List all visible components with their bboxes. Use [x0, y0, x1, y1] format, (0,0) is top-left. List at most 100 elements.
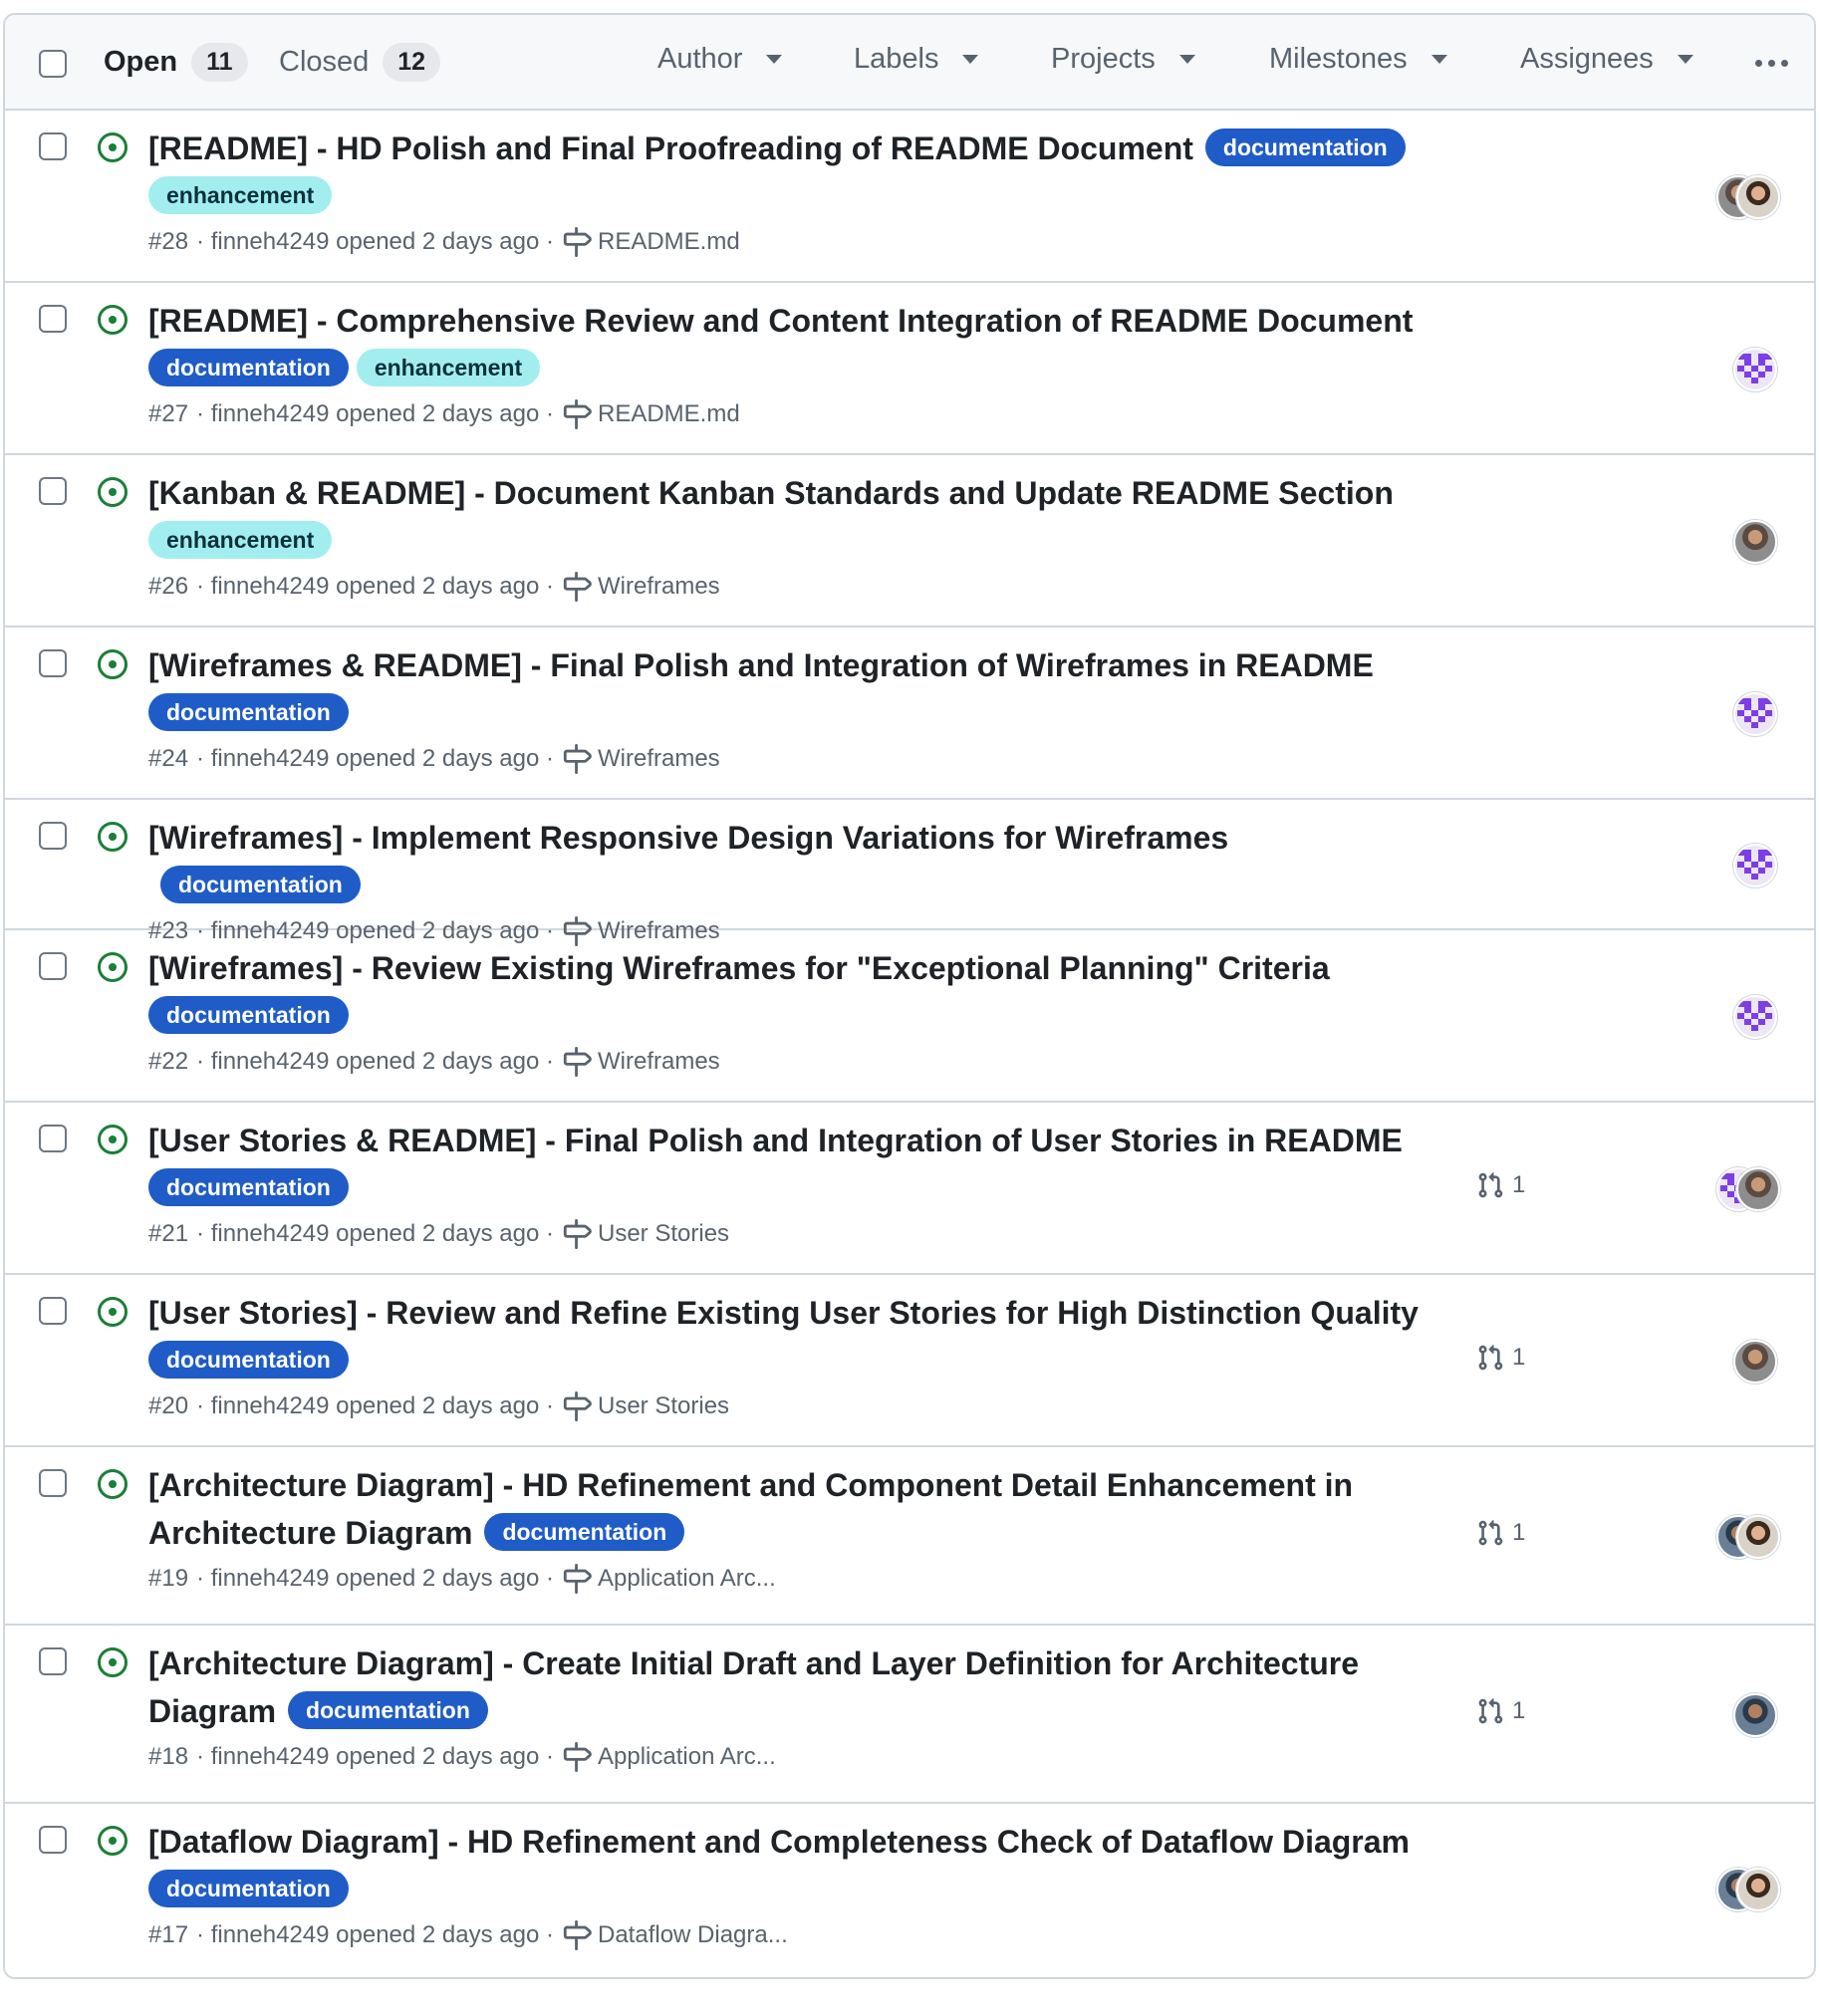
- milestone-link[interactable]: User Stories: [562, 1389, 729, 1423]
- issue-title-link[interactable]: Architecture Diagram: [148, 1515, 472, 1551]
- avatar: [1736, 1166, 1780, 1211]
- assignees-avatars[interactable]: [1716, 1867, 1780, 1911]
- issue-row[interactable]: [Dataflow Diagram] - HD Refinement and C…: [5, 1804, 1814, 1974]
- assignees-filter[interactable]: Assignees: [1520, 43, 1693, 76]
- documentation-label[interactable]: documentation: [148, 1870, 349, 1907]
- pull-request-icon: [1478, 1697, 1503, 1723]
- documentation-label[interactable]: documentation: [148, 349, 349, 386]
- issue-row[interactable]: [Kanban & README] - Document Kanban Stan…: [5, 455, 1814, 628]
- linked-pull-requests[interactable]: 1: [1476, 1697, 1525, 1725]
- issue-title-link[interactable]: [User Stories & README] - Final Polish a…: [148, 1123, 1403, 1158]
- assignees-avatars[interactable]: [1716, 347, 1777, 391]
- filter-label: Author: [657, 43, 743, 75]
- issue-checkbox[interactable]: [39, 1297, 67, 1325]
- issue-title-link[interactable]: [Wireframes] - Implement Responsive Desi…: [148, 820, 1228, 856]
- issue-title-link[interactable]: [User Stories] - Review and Refine Exist…: [148, 1295, 1419, 1331]
- issue-title-link[interactable]: [README] - Comprehensive Review and Cont…: [148, 303, 1413, 339]
- milestone-link[interactable]: Application Arc...: [562, 1740, 776, 1774]
- enhancement-label[interactable]: enhancement: [356, 349, 541, 386]
- labels-filter[interactable]: Labels: [854, 43, 979, 76]
- issue-checkbox[interactable]: [39, 477, 67, 505]
- milestone-link[interactable]: README.md: [562, 397, 740, 431]
- issue-checkbox[interactable]: [39, 952, 67, 980]
- issue-row[interactable]: [README] - Comprehensive Review and Cont…: [5, 283, 1814, 455]
- assignees-avatars[interactable]: [1716, 691, 1777, 736]
- assignees-avatars[interactable]: [1716, 1692, 1777, 1737]
- issue-meta: #24 · finneh4249 opened 2 days ago · Wiref…: [148, 742, 1443, 776]
- assignees-avatars[interactable]: [1716, 843, 1777, 887]
- pull-request-icon: [1478, 1519, 1503, 1545]
- issue-row[interactable]: [User Stories & README] - Final Polish a…: [5, 1103, 1814, 1275]
- issue-open-icon: [98, 1469, 128, 1499]
- linked-pull-requests[interactable]: 1: [1476, 1344, 1525, 1372]
- milestone-name: README.md: [598, 228, 740, 255]
- milestone-name: README.md: [598, 400, 740, 427]
- issue-row[interactable]: [README] - HD Polish and Final Proofread…: [5, 111, 1814, 283]
- select-all-checkbox[interactable]: [39, 50, 67, 78]
- milestone-link[interactable]: README.md: [562, 225, 740, 259]
- documentation-label[interactable]: documentation: [484, 1513, 685, 1551]
- issue-title-link[interactable]: [README] - HD Polish and Final Proofread…: [148, 130, 1193, 166]
- issue-checkbox[interactable]: [39, 1826, 67, 1854]
- issue-checkbox[interactable]: [39, 1647, 67, 1675]
- assignees-avatars[interactable]: [1716, 1339, 1777, 1384]
- issue-title-link[interactable]: [Wireframes] - Review Existing Wireframe…: [148, 950, 1330, 986]
- milestone-link[interactable]: Wireframes: [562, 1045, 720, 1079]
- issue-opened-text: · finneh4249 opened 2 days ago ·: [196, 1743, 554, 1770]
- issue-row[interactable]: [Wireframes & README] - Final Polish and…: [5, 628, 1814, 800]
- linked-pull-requests[interactable]: 1: [1476, 1519, 1525, 1547]
- issue-row[interactable]: [Architecture Diagram] - HD Refinement a…: [5, 1447, 1814, 1626]
- issue-number: #26: [148, 573, 189, 600]
- issue-checkbox[interactable]: [39, 132, 67, 160]
- issue-number: #18: [148, 1743, 189, 1770]
- open-issues-tab[interactable]: Open 11: [104, 43, 248, 82]
- documentation-label[interactable]: documentation: [148, 1341, 349, 1379]
- milestones-filter[interactable]: Milestones: [1269, 43, 1447, 76]
- issue-checkbox[interactable]: [39, 305, 67, 333]
- milestone-icon: [563, 572, 592, 602]
- pr-count: 1: [1512, 1696, 1526, 1724]
- issue-title-link[interactable]: Diagram: [148, 1693, 276, 1729]
- issue-title-link[interactable]: [Architecture Diagram] - Create Initial …: [148, 1645, 1359, 1681]
- issue-row[interactable]: [Wireframes] - Review Existing Wireframe…: [5, 930, 1814, 1103]
- documentation-label[interactable]: documentation: [1204, 128, 1406, 166]
- author-filter[interactable]: Author: [657, 43, 783, 76]
- issue-checkbox[interactable]: [39, 1125, 67, 1152]
- milestone-link[interactable]: User Stories: [562, 1217, 729, 1251]
- milestone-link[interactable]: Wireframes: [562, 570, 720, 604]
- avatar: [1736, 1867, 1780, 1911]
- linked-pull-requests[interactable]: 1: [1476, 1171, 1525, 1199]
- documentation-label[interactable]: documentation: [160, 866, 361, 903]
- assignees-avatars[interactable]: [1716, 174, 1780, 219]
- assignees-avatars[interactable]: [1716, 1166, 1780, 1211]
- issue-title-link[interactable]: [Kanban & README] - Document Kanban Stan…: [148, 475, 1394, 511]
- issue-title-link[interactable]: [Dataflow Diagram] - HD Refinement and C…: [148, 1824, 1410, 1860]
- projects-filter[interactable]: Projects: [1051, 43, 1195, 76]
- milestone-link[interactable]: Application Arc...: [562, 1562, 776, 1596]
- issue-content: [Wireframes & README] - Final Polish and…: [148, 641, 1443, 776]
- documentation-label[interactable]: documentation: [148, 996, 349, 1034]
- issue-checkbox[interactable]: [39, 1469, 67, 1497]
- assignees-avatars[interactable]: [1716, 519, 1777, 564]
- milestone-link[interactable]: Wireframes: [562, 742, 720, 776]
- documentation-label[interactable]: documentation: [288, 1691, 488, 1729]
- enhancement-label[interactable]: enhancement: [148, 176, 333, 214]
- assignees-avatars[interactable]: [1716, 994, 1777, 1039]
- more-options-icon[interactable]: [1755, 60, 1788, 67]
- enhancement-label[interactable]: enhancement: [148, 521, 333, 559]
- closed-issues-tab[interactable]: Closed 12: [279, 43, 441, 82]
- issue-open-icon: [98, 305, 128, 335]
- issue-checkbox[interactable]: [39, 822, 67, 850]
- issue-title-link[interactable]: [Architecture Diagram] - HD Refinement a…: [148, 1467, 1353, 1503]
- issue-checkbox[interactable]: [39, 649, 67, 677]
- milestone-icon: [563, 1564, 592, 1594]
- issue-title-link[interactable]: [Wireframes & README] - Final Polish and…: [148, 647, 1374, 683]
- documentation-label[interactable]: documentation: [148, 1168, 349, 1206]
- issue-row[interactable]: [User Stories] - Review and Refine Exist…: [5, 1275, 1814, 1447]
- documentation-label[interactable]: documentation: [148, 693, 349, 731]
- issue-meta: #27 · finneh4249 opened 2 days ago · READM…: [148, 397, 1443, 431]
- milestone-link[interactable]: Dataflow Diagra...: [562, 1918, 788, 1952]
- issue-row[interactable]: [Wireframes] - Implement Responsive Desi…: [5, 800, 1814, 946]
- issue-row[interactable]: [Architecture Diagram] - Create Initial …: [5, 1626, 1814, 1804]
- assignees-avatars[interactable]: [1716, 1514, 1780, 1559]
